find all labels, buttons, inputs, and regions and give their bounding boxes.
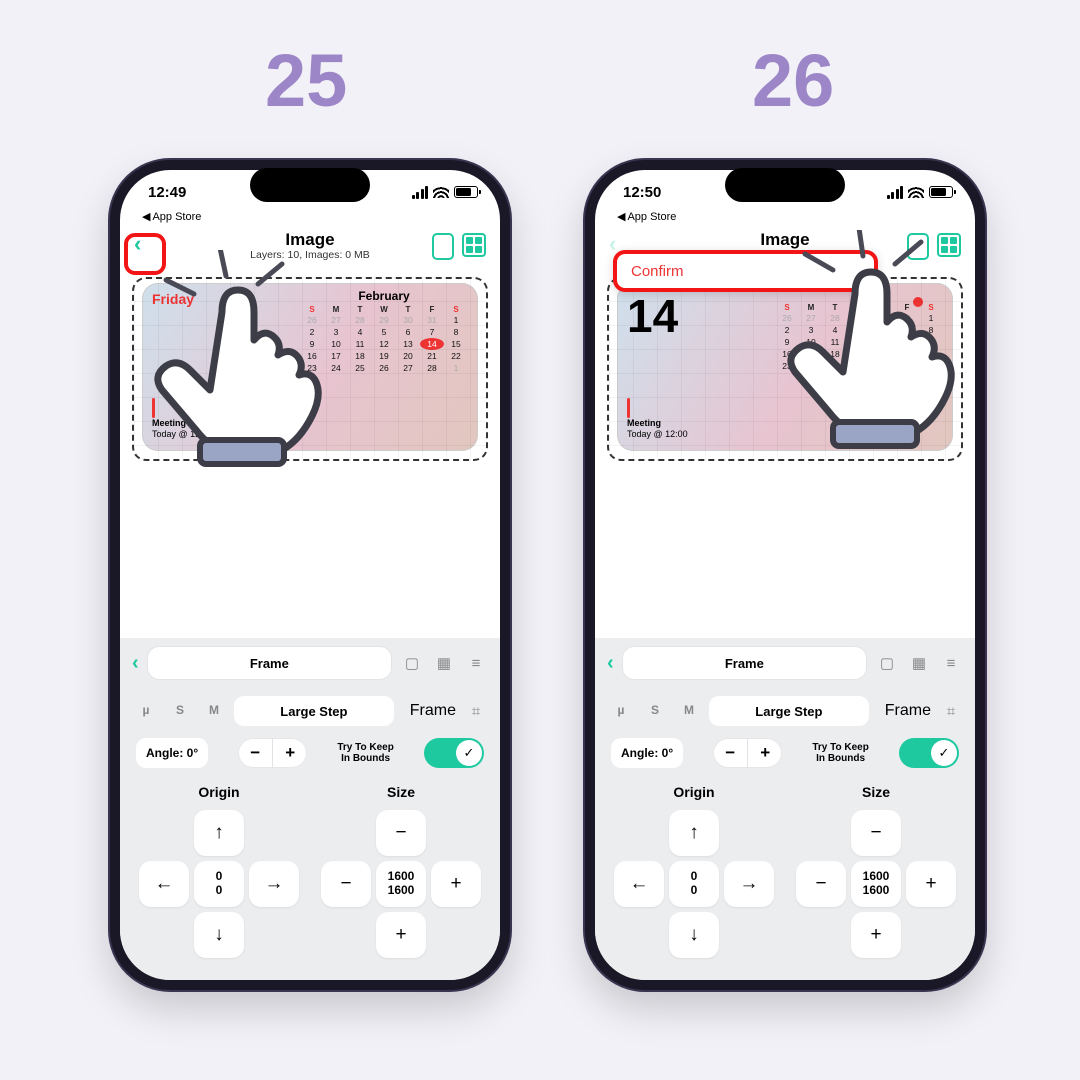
- step-medium[interactable]: M: [675, 696, 703, 724]
- origin-value[interactable]: 00: [194, 861, 244, 907]
- checker-icon[interactable]: ▦: [432, 651, 456, 675]
- keep-in-bounds-toggle[interactable]: ✓: [899, 738, 959, 768]
- crop-icon[interactable]: ⌗: [464, 699, 488, 723]
- size-width-minus[interactable]: −: [796, 861, 846, 907]
- status-time: 12:50: [623, 184, 661, 201]
- image-icon[interactable]: ▢: [875, 651, 899, 675]
- checker-icon[interactable]: ▦: [907, 651, 931, 675]
- phone-frame-26: 12:50 ◀ App Store ‹ Image Layers: 10, Im…: [585, 160, 985, 990]
- angle-minus[interactable]: −: [238, 738, 272, 768]
- size-label: Size: [316, 784, 486, 800]
- step-number-25: 25: [265, 38, 347, 123]
- sliders-icon[interactable]: ≡: [939, 651, 963, 675]
- status-icons: [887, 186, 954, 199]
- size-height-plus[interactable]: +: [376, 912, 426, 958]
- origin-pad: Origin ↑ ← 00 → ↓: [134, 784, 304, 958]
- status-time: 12:49: [148, 184, 186, 201]
- back-to-appstore-label: App Store: [627, 211, 676, 223]
- size-height-minus[interactable]: −: [376, 810, 426, 856]
- size-value[interactable]: 16001600: [376, 861, 426, 907]
- cellular-icon: [412, 186, 429, 199]
- origin-label: Origin: [609, 784, 779, 800]
- phone-screen-25: 12:49 ◀ App Store ‹ Image Layers: 10, Im…: [120, 170, 500, 980]
- wifi-icon: [908, 186, 924, 198]
- size-width-plus[interactable]: +: [431, 861, 481, 907]
- battery-icon: [929, 186, 953, 198]
- origin-up[interactable]: ↑: [669, 810, 719, 856]
- tab-frame[interactable]: Frame: [622, 646, 867, 680]
- size-height-plus[interactable]: +: [851, 912, 901, 958]
- step-number-26: 26: [752, 38, 834, 123]
- step-medium[interactable]: M: [200, 696, 228, 724]
- size-value[interactable]: 16001600: [851, 861, 901, 907]
- crop-icon[interactable]: ⌗: [939, 699, 963, 723]
- tap-hand-icon: [130, 250, 350, 480]
- size-pad: Size − − 16001600 + +: [791, 784, 961, 958]
- back-to-appstore-label: App Store: [152, 211, 201, 223]
- sliders-icon[interactable]: ≡: [464, 651, 488, 675]
- status-icons: [412, 186, 479, 199]
- step-large[interactable]: Large Step: [234, 696, 394, 726]
- step-micro[interactable]: µ: [607, 696, 635, 724]
- device-preview-icon[interactable]: [432, 233, 454, 260]
- angle-button[interactable]: Angle: 0°: [611, 738, 683, 768]
- grid-icon[interactable]: [462, 233, 486, 257]
- size-height-minus[interactable]: −: [851, 810, 901, 856]
- origin-label: Origin: [134, 784, 304, 800]
- controls-panel: ‹ Frame ▢ ▦ ≡ µ S M Large Step Frame ⌗: [120, 638, 500, 980]
- keep-in-bounds-label: Try To KeepIn Bounds: [812, 742, 869, 764]
- panel-back-button[interactable]: ‹: [607, 652, 614, 675]
- chevron-left-icon: ◀: [142, 210, 150, 223]
- back-to-appstore[interactable]: ◀ App Store: [120, 210, 500, 223]
- controls-panel: ‹ Frame ▢ ▦ ≡ µ S M Large Step Frame ⌗: [595, 638, 975, 980]
- origin-value[interactable]: 00: [669, 861, 719, 907]
- chevron-left-icon: ◀: [617, 210, 625, 223]
- frame-mode-button[interactable]: Frame: [410, 702, 456, 720]
- size-pad: Size − − 16001600 + +: [316, 784, 486, 958]
- angle-minus[interactable]: −: [713, 738, 747, 768]
- wifi-icon: [433, 186, 449, 198]
- origin-up[interactable]: ↑: [194, 810, 244, 856]
- tab-frame[interactable]: Frame: [147, 646, 392, 680]
- origin-down[interactable]: ↓: [194, 912, 244, 958]
- angle-stepper[interactable]: − +: [238, 738, 307, 768]
- origin-pad: Origin ↑ ← 00 → ↓: [609, 784, 779, 958]
- angle-plus[interactable]: +: [273, 738, 307, 768]
- step-large[interactable]: Large Step: [709, 696, 869, 726]
- origin-left[interactable]: ←: [139, 861, 189, 907]
- dynamic-island: [725, 168, 845, 202]
- dynamic-island: [250, 168, 370, 202]
- back-to-appstore[interactable]: ◀ App Store: [595, 210, 975, 223]
- origin-left[interactable]: ←: [614, 861, 664, 907]
- panel-back-button[interactable]: ‹: [132, 652, 139, 675]
- cellular-icon: [887, 186, 904, 199]
- confirm-label: Confirm: [631, 263, 684, 280]
- step-small[interactable]: S: [166, 696, 194, 724]
- toggle-knob: ✓: [456, 740, 482, 766]
- origin-right[interactable]: →: [249, 861, 299, 907]
- step-micro[interactable]: µ: [132, 696, 160, 724]
- phone-screen-26: 12:50 ◀ App Store ‹ Image Layers: 10, Im…: [595, 170, 975, 980]
- tutorial-stage: 25 26 12:49 ◀ App Store ‹ Image: [0, 0, 1080, 1080]
- phone-frame-25: 12:49 ◀ App Store ‹ Image Layers: 10, Im…: [110, 160, 510, 990]
- keep-in-bounds-toggle[interactable]: ✓: [424, 738, 484, 768]
- size-label: Size: [791, 784, 961, 800]
- size-width-minus[interactable]: −: [321, 861, 371, 907]
- step-small[interactable]: S: [641, 696, 669, 724]
- header-title: Image: [285, 230, 334, 249]
- angle-button[interactable]: Angle: 0°: [136, 738, 208, 768]
- image-icon[interactable]: ▢: [400, 651, 424, 675]
- tap-hand-icon: [755, 230, 975, 480]
- origin-down[interactable]: ↓: [669, 912, 719, 958]
- frame-mode-button[interactable]: Frame: [885, 702, 931, 720]
- origin-right[interactable]: →: [724, 861, 774, 907]
- angle-plus[interactable]: +: [748, 738, 782, 768]
- battery-icon: [454, 186, 478, 198]
- size-width-plus[interactable]: +: [906, 861, 956, 907]
- keep-in-bounds-label: Try To KeepIn Bounds: [337, 742, 394, 764]
- toggle-knob: ✓: [931, 740, 957, 766]
- angle-stepper[interactable]: − +: [713, 738, 782, 768]
